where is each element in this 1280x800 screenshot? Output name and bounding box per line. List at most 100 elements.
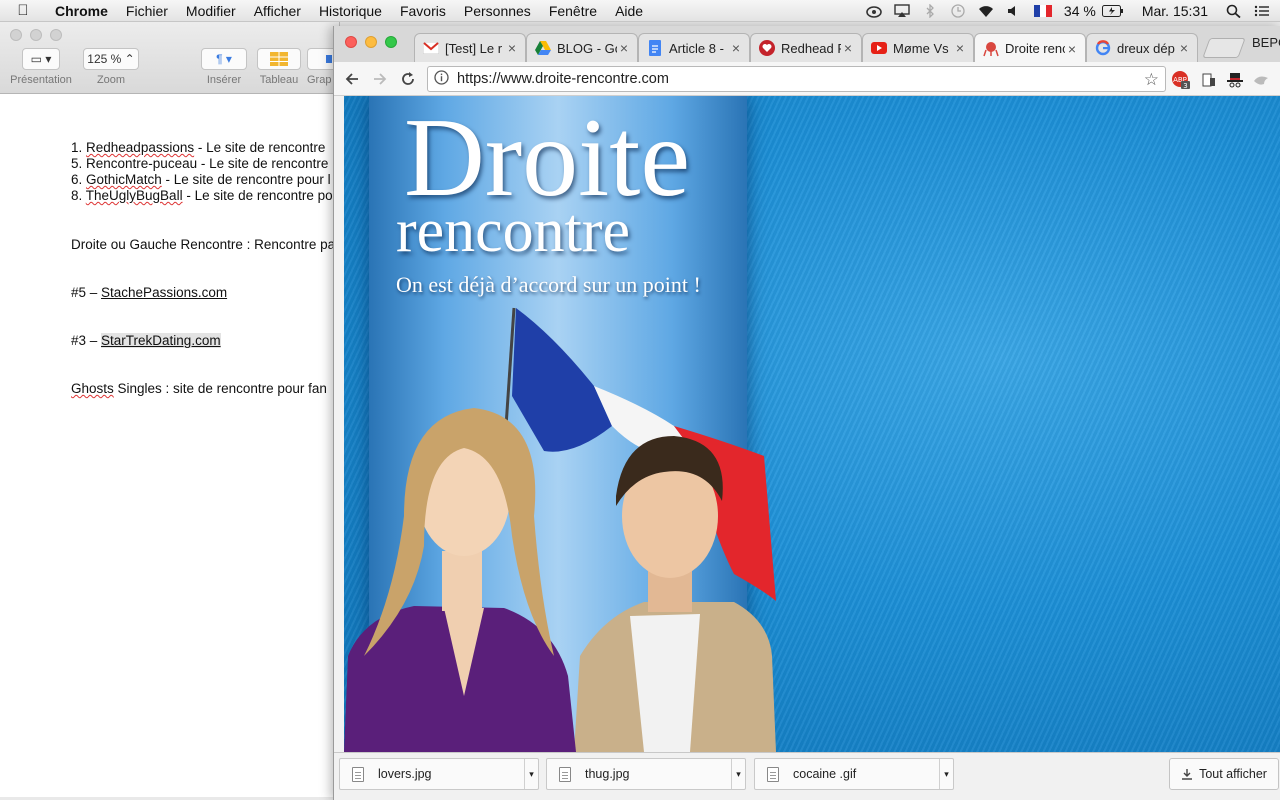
doc-link[interactable]: GothicMatch xyxy=(86,172,162,187)
menu-aide[interactable]: Aide xyxy=(606,3,652,19)
gmail-icon xyxy=(423,40,439,56)
close-tab-icon[interactable]: × xyxy=(617,40,631,56)
drive-icon xyxy=(535,40,551,56)
chevron-down-icon[interactable]: ▾ xyxy=(731,759,745,789)
zoom-button[interactable] xyxy=(385,36,397,48)
download-bar: lovers.jpg ▾ thug.jpg ▾ cocaine .gif ▾ T… xyxy=(334,752,1280,800)
apple-menu-icon[interactable]:  xyxy=(0,2,46,19)
close-tab-icon[interactable]: × xyxy=(505,40,519,56)
wifi-icon[interactable] xyxy=(972,4,1000,18)
chevron-down-icon[interactable]: ▾ xyxy=(939,759,953,789)
tab-blog-drive[interactable]: BLOG - Go × xyxy=(526,33,638,62)
download-item[interactable]: cocaine .gif ▾ xyxy=(754,758,954,790)
menu-favoris[interactable]: Favoris xyxy=(391,3,455,19)
show-all-downloads-button[interactable]: Tout afficher xyxy=(1169,758,1279,790)
profile-name[interactable]: BEPC xyxy=(1252,35,1280,50)
doc-link-selected[interactable]: StarTrekDating.com xyxy=(101,333,221,348)
presentation-tool[interactable]: ▭ ▾ Présentation xyxy=(8,48,74,86)
browser-toolbar: https://www.droite-rencontre.com ☆ ABP 3 xyxy=(334,62,1280,96)
pages-zoom-button[interactable] xyxy=(50,29,62,41)
list-item: 1. Redheadpassions - Le site de rencontr… xyxy=(71,140,326,155)
menu-historique[interactable]: Historique xyxy=(310,3,391,19)
menu-clock[interactable]: Mar. 15:31 xyxy=(1130,3,1220,19)
creative-cloud-icon[interactable] xyxy=(860,4,888,18)
volume-icon[interactable] xyxy=(1000,4,1028,18)
incognito-hat-icon[interactable] xyxy=(1225,70,1245,90)
bluetooth-icon[interactable] xyxy=(916,4,944,18)
close-tab-icon[interactable]: × xyxy=(953,40,967,56)
close-button[interactable] xyxy=(345,36,357,48)
paragraph-icon[interactable]: ¶ ▾ xyxy=(201,48,247,70)
sidebar-layout-icon[interactable]: ▭ ▾ xyxy=(22,48,60,70)
pages-minimize-button[interactable] xyxy=(30,29,42,41)
menu-personnes[interactable]: Personnes xyxy=(455,3,540,19)
french-flag-input-icon[interactable] xyxy=(1028,5,1058,17)
tab-youtube[interactable]: Møme Vs I × xyxy=(862,33,974,62)
download-item[interactable]: lovers.jpg ▾ xyxy=(339,758,539,790)
doc-paragraph: Droite ou Gauche Rencontre : Rencontre p… xyxy=(71,237,336,252)
battery-icon[interactable] xyxy=(1101,5,1130,17)
reload-icon[interactable] xyxy=(397,68,419,90)
close-tab-icon[interactable]: × xyxy=(729,40,743,56)
docs-icon xyxy=(647,40,663,56)
insert-tool[interactable]: ¶ ▾ Insérer xyxy=(200,48,248,86)
menu-afficher[interactable]: Afficher xyxy=(245,3,310,19)
adblock-extension-icon[interactable]: ABP 3 xyxy=(1171,70,1191,90)
back-arrow-icon[interactable] xyxy=(341,68,363,90)
tab-article-docs[interactable]: Article 8 - × xyxy=(638,33,750,62)
extension-letters-icon[interactable] xyxy=(1199,70,1219,90)
file-icon xyxy=(767,766,779,782)
download-arrow-icon xyxy=(1182,769,1193,780)
new-tab-button[interactable] xyxy=(1202,38,1246,58)
window-controls xyxy=(345,36,397,48)
doc-link[interactable]: TheUglyBugBall xyxy=(86,188,183,203)
url-text[interactable]: https://www.droite-rencontre.com xyxy=(457,71,669,87)
download-filename: lovers.jpg xyxy=(378,767,432,781)
doc-link[interactable]: StachePassions.com xyxy=(101,285,227,300)
close-tab-icon[interactable]: × xyxy=(1065,41,1079,57)
french-flag-blue xyxy=(512,308,612,452)
insert-label: Insérer xyxy=(206,74,242,86)
pages-window: ▭ ▾ Présentation 125 % ⌃ Zoom ¶ ▾ Insére… xyxy=(0,22,340,797)
chevron-down-icon[interactable]: ▾ xyxy=(524,759,538,789)
tab-redhead[interactable]: Redhead P × xyxy=(750,33,862,62)
download-item[interactable]: thug.jpg ▾ xyxy=(546,758,746,790)
menu-fenetre[interactable]: Fenêtre xyxy=(540,3,606,19)
youtube-icon xyxy=(871,40,887,56)
doc-paragraph: #3 – StarTrekDating.com xyxy=(71,333,221,348)
spotlight-search-icon[interactable] xyxy=(1220,4,1248,18)
airplay-icon[interactable] xyxy=(888,4,916,18)
tab-google-search[interactable]: dreux dép × xyxy=(1086,33,1198,62)
document-body[interactable]: 1. Redheadpassions - Le site de rencontr… xyxy=(71,140,335,397)
menu-app-chrome[interactable]: Chrome xyxy=(46,3,117,19)
page-viewport[interactable]: Droite rencontre On est déjà d’accord su… xyxy=(344,96,1280,752)
table-tool[interactable]: Tableau xyxy=(256,48,302,86)
status-area: 34 % Mar. 15:31 xyxy=(860,0,1280,22)
tab-droite-rencontre-active[interactable]: Droite renc × xyxy=(974,33,1086,63)
tab-title: Redhead P xyxy=(781,40,841,56)
forward-arrow-icon[interactable] xyxy=(369,68,391,90)
menu-fichier[interactable]: Fichier xyxy=(117,3,177,19)
bookmark-star-icon[interactable]: ☆ xyxy=(1144,70,1159,90)
close-tab-icon[interactable]: × xyxy=(1177,40,1191,56)
pages-close-button[interactable] xyxy=(10,29,22,41)
table-icon[interactable] xyxy=(257,48,301,70)
tab-gmail[interactable]: [Test] Le r × xyxy=(414,33,526,62)
zoom-tool[interactable]: 125 % ⌃ Zoom xyxy=(82,48,140,86)
menu-modifier[interactable]: Modifier xyxy=(177,3,245,19)
download-filename: thug.jpg xyxy=(585,767,630,781)
time-machine-icon[interactable] xyxy=(944,4,972,18)
info-icon[interactable] xyxy=(434,70,449,88)
address-bar[interactable]: https://www.droite-rencontre.com ☆ xyxy=(427,66,1166,92)
notification-center-icon[interactable] xyxy=(1248,4,1280,18)
close-tab-icon[interactable]: × xyxy=(841,40,855,56)
zoom-select[interactable]: 125 % ⌃ xyxy=(83,48,139,70)
doc-paragraph: #5 – StachePassions.com xyxy=(71,285,228,300)
svg-text:3: 3 xyxy=(1183,82,1187,90)
pages-window-controls xyxy=(10,29,62,41)
minimize-button[interactable] xyxy=(365,36,377,48)
battery-percent[interactable]: 34 % xyxy=(1058,3,1102,19)
presentation-label: Présentation xyxy=(10,74,72,86)
doc-link[interactable]: Redheadpassions xyxy=(86,140,194,155)
bird-extension-icon[interactable] xyxy=(1251,70,1271,90)
